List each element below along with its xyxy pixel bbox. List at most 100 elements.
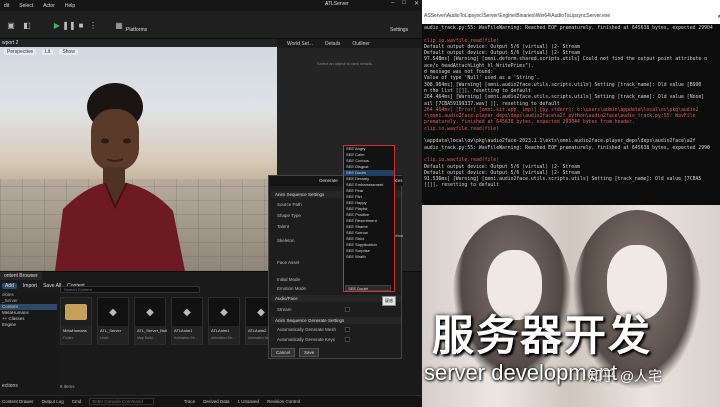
unsaved-button[interactable]: 1 Unsaved <box>237 399 259 404</box>
console-output: audio_track.py:55: WavFileWarning: Reach… <box>424 26 720 190</box>
asset-thumbnail-icon: ◆ <box>172 298 202 326</box>
row-shape-type: Shape Type <box>277 213 301 218</box>
asset-type: Animation Se... <box>174 336 198 340</box>
row-skeleton: Skeleton <box>277 238 295 243</box>
console-title-bar: ASServer\AudioToLipsync\Server\Engine\Bi… <box>422 0 720 24</box>
show-button[interactable]: Show <box>59 49 78 55</box>
collections-header[interactable]: ections <box>2 383 18 389</box>
menu-edit[interactable]: dit <box>4 3 9 9</box>
item-count: 8 items <box>60 384 75 389</box>
server-console-window: ASServer\AudioToLipsync\Server\Engine\Bi… <box>422 0 720 205</box>
asset-name: MetaHumans <box>63 328 87 333</box>
panel-tabs: World Set... Details Outliner <box>277 39 422 48</box>
menu-help[interactable]: Help <box>65 3 75 9</box>
emotion-option[interactable]: SEE Wrath <box>344 254 394 260</box>
asset-thumbnail-icon: ◆ <box>135 298 165 326</box>
auto-mesh-checkbox[interactable] <box>345 327 350 332</box>
save-button[interactable]: Save <box>299 348 320 357</box>
asset-tile[interactable]: ◆ ATL_Server Level <box>97 297 129 345</box>
search-input[interactable]: Search Content <box>60 286 200 293</box>
console-line: 97.548ms] [Warning] [omni.deform.shared.… <box>424 57 708 63</box>
asset-type: Animation Se... <box>211 336 235 340</box>
more-options-icon[interactable]: ⋮ <box>86 18 100 32</box>
row-face-asset: Face Asset <box>277 260 300 265</box>
console-line: \appdata\local\ov\pkg\audio2face-2023.1.… <box>424 139 696 145</box>
folder-icon <box>61 298 91 326</box>
details-empty-hint: Select an object to view details. <box>317 61 373 66</box>
platforms-button[interactable]: Platforms <box>126 27 147 33</box>
cmd-button[interactable]: Cmd <box>72 399 82 404</box>
row-emotion-mode: Emotion Mode <box>277 286 307 291</box>
console-line: audio_track.py:55: WavFileWarning: Reach… <box>424 26 713 31</box>
emotion-mode-select[interactable]: SEE Doubt <box>345 285 391 291</box>
console-line: [[]], resetting to default <box>424 183 500 189</box>
close-icon[interactable]: ✕ <box>414 0 419 7</box>
emotion-dropdown-list: SEE Angry SEE Calm SEE Curious SEE Disgust S… <box>343 145 395 292</box>
platforms-icon[interactable]: ▦ <box>112 18 126 32</box>
tree-item[interactable]: Engine <box>0 322 57 328</box>
viewport-options: Perspective Lit Show <box>0 47 277 57</box>
lit-button[interactable]: Lit <box>42 49 54 55</box>
asset-thumbnail-icon: ◆ <box>209 298 239 326</box>
save-all-button[interactable]: Save All <box>43 283 61 289</box>
minimize-icon[interactable]: – <box>391 0 394 7</box>
overlay-caption-chinese: 服务器开发 <box>432 311 653 360</box>
level-viewport[interactable]: wport 2 Perspective Lit Show <box>0 39 277 271</box>
row-auto-generate-keys: Automatically Generate Keys <box>277 337 336 342</box>
asset-tile[interactable]: ◆ ATLAnim1 Animation Se... <box>171 297 203 345</box>
maximize-icon[interactable]: □ <box>402 0 406 7</box>
project-title: ATLServer <box>325 1 349 7</box>
revision-control-button[interactable]: Revision Control <box>267 399 300 404</box>
status-bar: Content Drawer Output Log Cmd Enter Cons… <box>0 395 422 407</box>
asset-thumbnail-icon: ◆ <box>98 298 128 326</box>
perspective-button[interactable]: Perspective <box>4 49 37 55</box>
asset-name: ATLAnim1 <box>174 328 193 333</box>
modes-icon[interactable]: ◧ <box>20 18 34 32</box>
metahuman-character <box>55 83 185 271</box>
auto-keys-checkbox[interactable] <box>345 337 350 342</box>
menu-select[interactable]: Select <box>19 3 33 9</box>
save-icon[interactable]: ▣ <box>4 18 18 32</box>
asset-tile[interactable]: ◆ ATL_Server_BuiltData Map Build... <box>134 297 167 345</box>
row-stream: Stream <box>277 307 292 312</box>
tab-world-settings[interactable]: World Set... <box>287 41 313 47</box>
menu-bar: dit Select Actor Help <box>0 0 422 11</box>
add-button[interactable]: Add <box>2 283 17 289</box>
row-talent: Talent <box>277 224 290 229</box>
settings-button[interactable]: Settings <box>390 27 408 33</box>
row-initial-mode: Initial Mode <box>277 277 301 282</box>
asset-type: Folder <box>63 336 73 340</box>
main-toolbar: ▣ ◧ ▶ ❚❚ ■ ⋮ ▦ Platforms Settings <box>0 11 422 39</box>
content-drawer-button[interactable]: Content Drawer <box>2 399 34 404</box>
asset-name: ATLAnim1 <box>211 328 230 333</box>
import-button[interactable]: Import <box>23 283 37 289</box>
row-auto-generate-mesh: Automatically Generate Mesh <box>277 327 337 332</box>
console-command-input[interactable]: Enter Console Command <box>89 398 154 405</box>
viewport-tab[interactable]: wport 2 <box>0 39 277 47</box>
folder-tree: okites _Server Content MetaHumans ++ Classes… <box>0 292 57 407</box>
cancel-button[interactable]: Cancel <box>271 348 296 357</box>
asset-type: Level <box>100 336 109 340</box>
section-anim-generate-settings[interactable]: Anim Sequence Generate Settings <box>271 317 401 324</box>
asset-type: Map Build... <box>137 336 156 340</box>
tab-details[interactable]: Details <box>325 41 340 47</box>
derived-data-button[interactable]: Derived Data <box>203 399 229 404</box>
unreal-editor-window: dit Select Actor Help ATLServer – □ ✕ ▣ … <box>0 0 422 407</box>
asset-tile[interactable]: MetaHumans Folder <box>60 297 92 345</box>
row-source-path: Source Path <box>277 202 302 207</box>
asset-tile[interactable]: ◆ ATLAnim1 Animation Se... <box>208 297 240 345</box>
window-controls: – □ ✕ <box>391 0 419 7</box>
trace-button[interactable]: Trace <box>184 399 195 404</box>
dialog-title: Generate <box>319 178 338 183</box>
console-line: 264.464ms] [Warning] [omni.audio2face.ut… <box>424 95 705 101</box>
console-title: ASServer\AudioToLipsync\Server\Engine\Bi… <box>424 13 611 19</box>
console-line: audio_track.py:55: WavFileWarning: Reach… <box>424 145 710 151</box>
content-browser-tab[interactable]: ontent Browser <box>0 272 42 280</box>
stream-checkbox[interactable] <box>345 307 350 312</box>
menu-actor[interactable]: Actor <box>43 3 55 9</box>
asset-name: ATL_Server_BuiltData <box>137 328 167 333</box>
output-log-button[interactable]: Output Log <box>42 399 64 404</box>
emotion-tooltip: 疑惑 <box>382 296 396 306</box>
asset-name: ATL_Server <box>100 328 122 333</box>
tab-outliner[interactable]: Outliner <box>352 41 370 47</box>
